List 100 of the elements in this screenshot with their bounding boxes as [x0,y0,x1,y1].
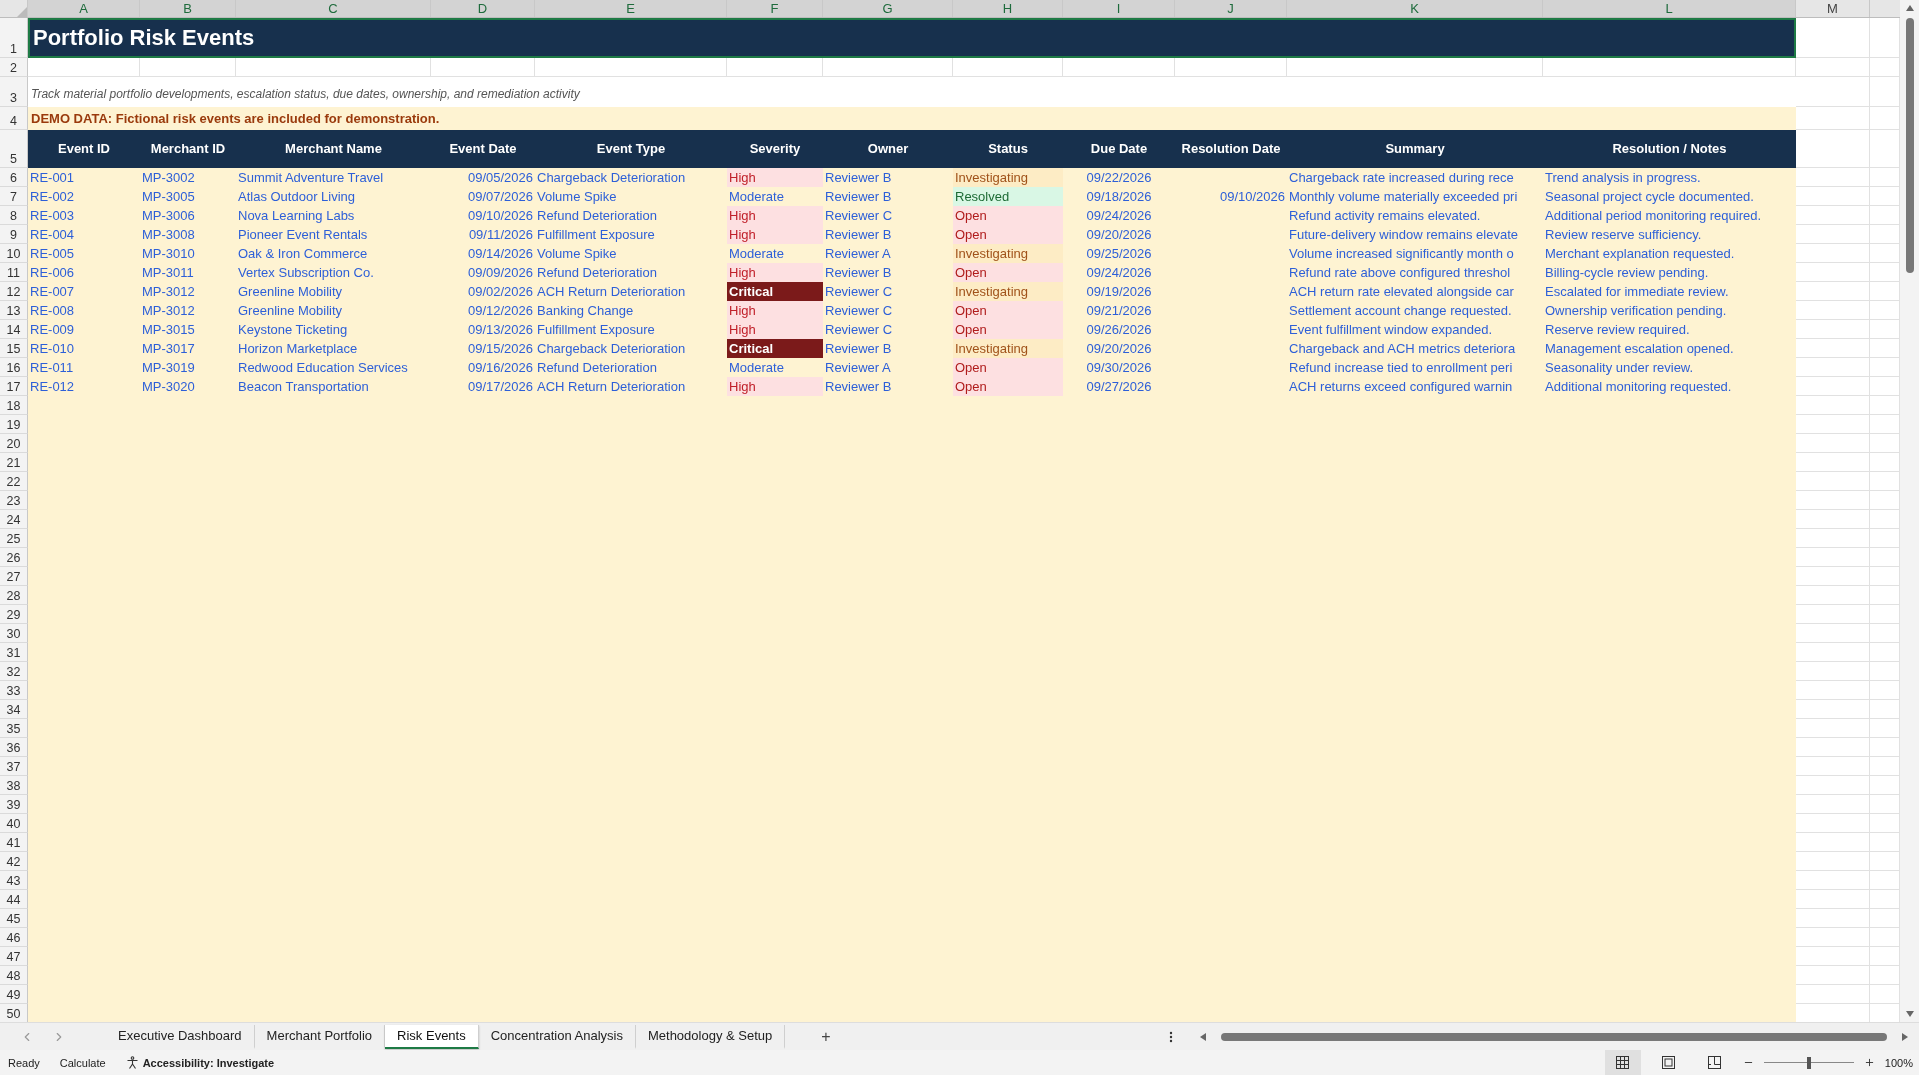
sheet-tab[interactable]: Concentration Analysis [478,1024,636,1049]
column-header[interactable]: K [1287,0,1543,17]
row-number[interactable]: 12 [0,282,28,301]
row-number[interactable]: 3 [0,77,28,107]
normal-view-button[interactable] [1604,1050,1641,1075]
column-header[interactable]: B [140,0,236,17]
row-number[interactable]: 37 [0,757,28,776]
more-options-icon[interactable] [1169,1030,1173,1043]
row-number[interactable]: 30 [0,624,28,643]
scroll-thumb[interactable] [1905,18,1914,273]
column-header[interactable]: E [535,0,727,17]
table-header-cell: Resolution / Notes [1543,130,1796,168]
event-date-cell-text: 09/13/2026 [466,321,534,339]
row-number[interactable]: 15 [0,339,28,358]
row-number[interactable]: 41 [0,833,28,852]
row-number[interactable]: 50 [0,1004,28,1022]
row-number[interactable]: 42 [0,852,28,871]
row-number[interactable]: 38 [0,776,28,795]
row-number[interactable]: 44 [0,890,28,909]
column-header[interactable]: D [431,0,535,17]
due-date-cell-text: 09/26/2026 [1085,321,1153,339]
row-number[interactable]: 36 [0,738,28,757]
row-number[interactable]: 26 [0,548,28,567]
column-header[interactable]: G [823,0,953,17]
page-icon[interactable] [1662,1056,1676,1069]
row-number[interactable]: 19 [0,415,28,434]
row-number[interactable]: 8 [0,206,28,225]
zoom-slider-thumb[interactable] [1806,1056,1811,1069]
column-header[interactable]: J [1175,0,1287,17]
merchant-name-cell-text: Atlas Outdoor Living [237,188,357,206]
row-number[interactable]: 6 [0,168,28,187]
accessibility-status[interactable]: Accessibility: Investigate [142,1056,275,1069]
column-header[interactable]: F [727,0,823,17]
column-header[interactable]: I [1063,0,1175,17]
row-number[interactable]: 10 [0,244,28,263]
row-number[interactable]: 31 [0,643,28,662]
scroll-right-icon[interactable] [1901,1032,1909,1041]
scroll-left-icon[interactable] [1199,1032,1207,1041]
table-header-cell: Merchant ID [140,130,236,168]
event-id-cell-text: RE-001 [29,169,76,187]
row-number[interactable]: 48 [0,966,28,985]
row-number[interactable]: 49 [0,985,28,1004]
row-number[interactable]: 45 [0,909,28,928]
event-date-cell-text: 09/17/2026 [466,378,534,396]
merchant-id-cell-text: MP-3012 [141,283,196,301]
row-number[interactable]: 43 [0,871,28,890]
row-number[interactable]: 29 [0,605,28,624]
row-number[interactable]: 28 [0,586,28,605]
row-number[interactable]: 47 [0,947,28,966]
row-number[interactable]: 1 [0,18,28,58]
column-header[interactable]: M [1796,0,1870,17]
row-number[interactable]: 11 [0,263,28,282]
row-number[interactable]: 39 [0,795,28,814]
vertical-scrollbar[interactable] [1900,0,1919,1022]
owner-cell-text: Reviewer C [824,207,894,225]
row-number[interactable]: 23 [0,491,28,510]
horizontal-scroll-thumb[interactable] [1221,1032,1887,1041]
merchant-name-cell-text: Beacon Transportation [237,378,370,396]
owner-cell-text: Reviewer B [824,264,893,282]
row-number[interactable]: 20 [0,434,28,453]
scroll-up-icon[interactable] [1905,4,1914,12]
status-cell: Open [953,263,1063,282]
event-type-cell-text: Chargeback Deterioration [536,340,687,358]
status-cell: Investigating [953,339,1063,358]
row-number[interactable]: 32 [0,662,28,681]
row-number[interactable]: 7 [0,187,28,206]
column-header[interactable]: A [28,0,140,17]
row-number[interactable]: 33 [0,681,28,700]
zoom-in-icon[interactable] [1863,1057,1875,1068]
column-header[interactable]: L [1543,0,1796,17]
page-break-icon[interactable] [1708,1056,1722,1069]
row-number[interactable]: 24 [0,510,28,529]
column-header[interactable]: H [953,0,1063,17]
row-number[interactable]: 9 [0,225,28,244]
row-number[interactable]: 25 [0,529,28,548]
row-number[interactable]: 17 [0,377,28,396]
column-header[interactable]: C [236,0,431,17]
row-number[interactable]: 2 [0,58,28,77]
row-number[interactable]: 14 [0,320,28,339]
sheet-tab[interactable]: Executive Dashboard [106,1024,255,1049]
row-number[interactable]: 22 [0,472,28,491]
row-number[interactable]: 40 [0,814,28,833]
row-number[interactable]: 13 [0,301,28,320]
calculate-status[interactable]: Calculate [59,1056,106,1069]
row-number[interactable]: 34 [0,700,28,719]
add-sheet-button[interactable]: + [815,1026,837,1047]
row-number[interactable]: 16 [0,358,28,377]
accessibility-icon[interactable] [125,1056,139,1069]
sheet-tab[interactable]: Risk Events [385,1024,479,1049]
row-number[interactable]: 4 [0,107,28,130]
row-number[interactable]: 27 [0,567,28,586]
row-number[interactable]: 21 [0,453,28,472]
row-number[interactable]: 46 [0,928,28,947]
scroll-down-icon[interactable] [1905,1010,1914,1018]
row-number[interactable]: 35 [0,719,28,738]
sheet-tab[interactable]: Methodology & Setup [635,1024,786,1049]
grid-icon[interactable] [1616,1056,1630,1069]
row-number[interactable]: 5 [0,130,28,168]
row-number[interactable]: 18 [0,396,28,415]
zoom-percentage[interactable]: 100% [1884,1056,1913,1069]
